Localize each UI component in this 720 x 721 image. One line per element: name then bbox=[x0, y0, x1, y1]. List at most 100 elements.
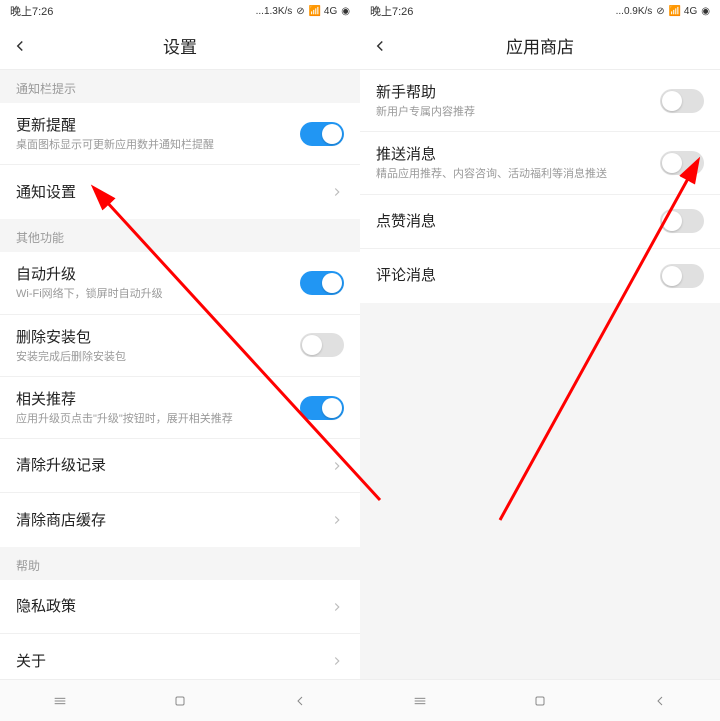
chevron-right-icon bbox=[330, 185, 344, 199]
nav-home[interactable] bbox=[160, 686, 200, 716]
list-item[interactable]: 删除安装包安装完成后删除安装包 bbox=[0, 315, 360, 377]
toggle[interactable] bbox=[300, 333, 344, 357]
toggle[interactable] bbox=[300, 396, 344, 420]
group-notify: 更新提醒桌面图标显示可更新应用数并通知栏提醒通知设置 bbox=[0, 103, 360, 219]
chevron-right-icon bbox=[330, 459, 344, 473]
list-item[interactable]: 点赞消息 bbox=[360, 195, 720, 249]
chevron-left-icon bbox=[11, 37, 29, 55]
row-title: 删除安装包 bbox=[16, 327, 300, 348]
menu-icon bbox=[52, 693, 68, 709]
group-appstore: 新手帮助新用户专属内容推荐推送消息精品应用推荐、内容咨询、活动福利等消息推送点赞… bbox=[360, 70, 720, 303]
row-text: 删除安装包安装完成后删除安装包 bbox=[16, 327, 300, 364]
content: 通知栏提示 更新提醒桌面图标显示可更新应用数并通知栏提醒通知设置 其他功能 自动… bbox=[0, 70, 360, 679]
status-time: 晚上7:26 bbox=[370, 3, 413, 19]
nav-back[interactable] bbox=[280, 686, 320, 716]
list-item[interactable]: 更新提醒桌面图标显示可更新应用数并通知栏提醒 bbox=[0, 103, 360, 165]
row-title: 相关推荐 bbox=[16, 389, 300, 410]
right-screen: 晚上7:26 ...0.9K/s ⊘ 📶 4G ◉ 应用商店 新手帮助新用户专属… bbox=[360, 0, 720, 721]
row-subtitle: 精品应用推荐、内容咨询、活动福利等消息推送 bbox=[376, 167, 660, 181]
back-button[interactable] bbox=[360, 22, 400, 70]
navbar bbox=[360, 679, 720, 721]
row-text: 关于 bbox=[16, 651, 330, 672]
status-bar: 晚上7:26 ...1.3K/s ⊘ 📶 4G ◉ bbox=[0, 0, 360, 22]
toggle[interactable] bbox=[660, 89, 704, 113]
status-right: ...1.3K/s ⊘ 📶 4G ◉ bbox=[256, 6, 350, 17]
row-text: 通知设置 bbox=[16, 182, 330, 203]
toggle-knob bbox=[322, 124, 342, 144]
left-screen: 晚上7:26 ...1.3K/s ⊘ 📶 4G ◉ 设置 通知栏提示 更新提醒桌… bbox=[0, 0, 360, 721]
toggle-knob bbox=[662, 266, 682, 286]
row-title: 关于 bbox=[16, 651, 330, 672]
list-item[interactable]: 关于 bbox=[0, 634, 360, 679]
row-title: 评论消息 bbox=[376, 265, 660, 286]
chevron-left-icon bbox=[371, 37, 389, 55]
status-right: ...0.9K/s ⊘ 📶 4G ◉ bbox=[616, 6, 710, 17]
chevron-right-icon bbox=[330, 600, 344, 614]
square-icon bbox=[172, 693, 188, 709]
section-label-notify: 通知栏提示 bbox=[0, 70, 360, 103]
chevron-right-icon bbox=[330, 513, 344, 527]
group-other: 自动升级 Wi-Fi网络下，锁屏时自动升级删除安装包安装完成后删除安装包相关推荐应… bbox=[0, 252, 360, 547]
nav-back[interactable] bbox=[640, 686, 680, 716]
row-text: 新手帮助新用户专属内容推荐 bbox=[376, 82, 660, 119]
nav-recent[interactable] bbox=[40, 686, 80, 716]
list-item[interactable]: 相关推荐应用升级页点击"升级"按钮时，展开相关推荐 bbox=[0, 377, 360, 439]
row-subtitle: Wi-Fi网络下，锁屏时自动升级 bbox=[16, 287, 300, 301]
row-text: 相关推荐应用升级页点击"升级"按钮时，展开相关推荐 bbox=[16, 389, 300, 426]
group-help: 隐私政策关于 bbox=[0, 580, 360, 679]
row-text: 自动升级 Wi-Fi网络下，锁屏时自动升级 bbox=[16, 264, 300, 301]
status-time: 晚上7:26 bbox=[10, 3, 53, 19]
toggle-knob bbox=[322, 273, 342, 293]
nav-recent[interactable] bbox=[400, 686, 440, 716]
nav-home[interactable] bbox=[520, 686, 560, 716]
section-label-help: 帮助 bbox=[0, 547, 360, 580]
row-subtitle: 桌面图标显示可更新应用数并通知栏提醒 bbox=[16, 138, 300, 152]
menu-icon bbox=[412, 693, 428, 709]
status-bar: 晚上7:26 ...0.9K/s ⊘ 📶 4G ◉ bbox=[360, 0, 720, 22]
row-title: 清除商店缓存 bbox=[16, 510, 330, 531]
list-item[interactable]: 推送消息精品应用推荐、内容咨询、活动福利等消息推送 bbox=[360, 132, 720, 194]
page-title: 应用商店 bbox=[360, 33, 720, 58]
toggle-knob bbox=[302, 335, 322, 355]
chevron-left-icon bbox=[652, 693, 668, 709]
row-text: 推送消息精品应用推荐、内容咨询、活动福利等消息推送 bbox=[376, 144, 660, 181]
row-title: 清除升级记录 bbox=[16, 455, 330, 476]
row-subtitle: 应用升级页点击"升级"按钮时，展开相关推荐 bbox=[16, 412, 300, 426]
list-item[interactable]: 隐私政策 bbox=[0, 580, 360, 634]
list-item[interactable]: 评论消息 bbox=[360, 249, 720, 303]
row-text: 评论消息 bbox=[376, 265, 660, 286]
row-title: 推送消息 bbox=[376, 144, 660, 165]
row-title: 更新提醒 bbox=[16, 115, 300, 136]
row-text: 更新提醒桌面图标显示可更新应用数并通知栏提醒 bbox=[16, 115, 300, 152]
navbar bbox=[0, 679, 360, 721]
toggle[interactable] bbox=[660, 264, 704, 288]
section-label-other: 其他功能 bbox=[0, 219, 360, 252]
row-text: 点赞消息 bbox=[376, 211, 660, 232]
header: 应用商店 bbox=[360, 22, 720, 70]
row-title: 自动升级 bbox=[16, 264, 300, 285]
content: 新手帮助新用户专属内容推荐推送消息精品应用推荐、内容咨询、活动福利等消息推送点赞… bbox=[360, 70, 720, 679]
page-title: 设置 bbox=[0, 33, 360, 58]
toggle-knob bbox=[322, 398, 342, 418]
list-item[interactable]: 通知设置 bbox=[0, 165, 360, 219]
row-text: 清除升级记录 bbox=[16, 455, 330, 476]
header: 设置 bbox=[0, 22, 360, 70]
row-title: 点赞消息 bbox=[376, 211, 660, 232]
toggle[interactable] bbox=[300, 122, 344, 146]
row-text: 隐私政策 bbox=[16, 596, 330, 617]
list-item[interactable]: 自动升级 Wi-Fi网络下，锁屏时自动升级 bbox=[0, 252, 360, 314]
toggle[interactable] bbox=[300, 271, 344, 295]
row-subtitle: 新用户专属内容推荐 bbox=[376, 105, 660, 119]
list-item[interactable]: 新手帮助新用户专属内容推荐 bbox=[360, 70, 720, 132]
list-item[interactable]: 清除升级记录 bbox=[0, 439, 360, 493]
square-icon bbox=[532, 693, 548, 709]
list-item[interactable]: 清除商店缓存 bbox=[0, 493, 360, 547]
toggle[interactable] bbox=[660, 151, 704, 175]
chevron-right-icon bbox=[330, 654, 344, 668]
row-text: 清除商店缓存 bbox=[16, 510, 330, 531]
back-button[interactable] bbox=[0, 22, 40, 70]
row-title: 新手帮助 bbox=[376, 82, 660, 103]
toggle[interactable] bbox=[660, 209, 704, 233]
row-subtitle: 安装完成后删除安装包 bbox=[16, 350, 300, 364]
toggle-knob bbox=[662, 153, 682, 173]
